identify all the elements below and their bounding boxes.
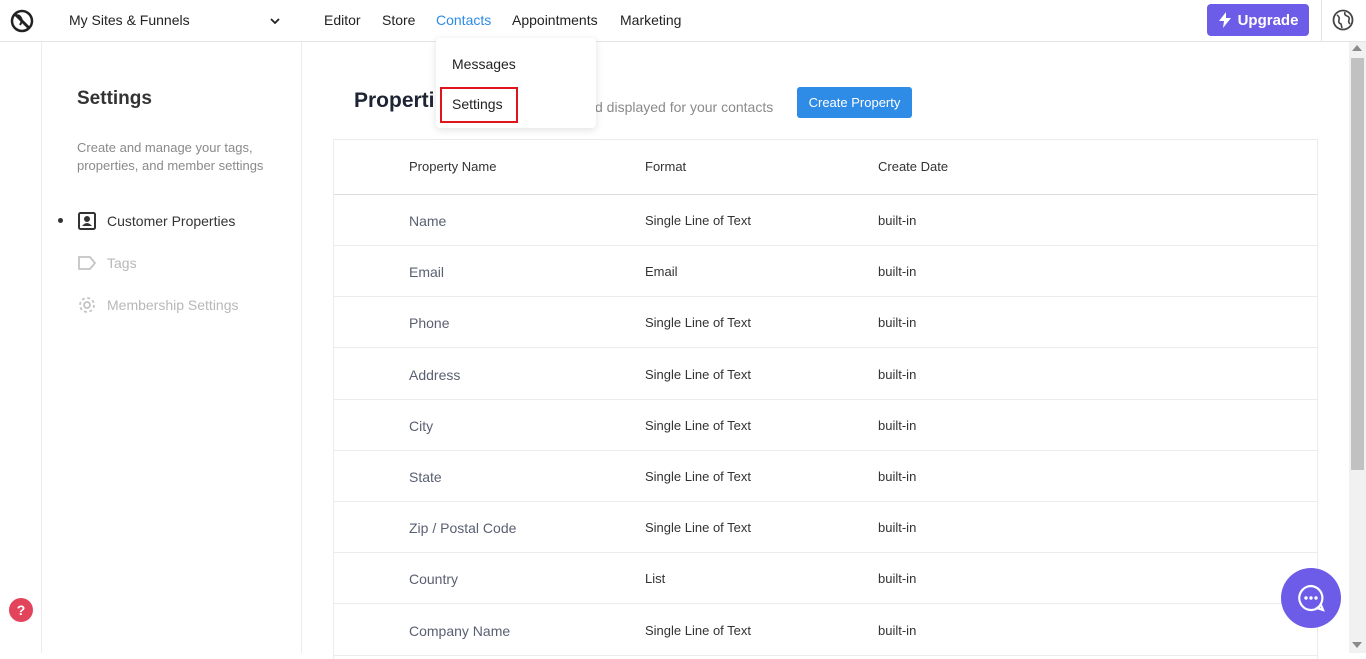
property-name-cell: Name [409, 213, 447, 229]
sidebar-item-label: Customer Properties [107, 213, 236, 229]
table-row[interactable]: State Single Line of Text built-in [334, 451, 1317, 502]
active-indicator [58, 218, 63, 223]
tag-icon [77, 253, 97, 273]
format-cell: Single Line of Text [645, 366, 751, 382]
nav-store[interactable]: Store [382, 12, 415, 28]
create-date-cell: built-in [878, 366, 917, 382]
properties-table: Property Name Format Create Date Name Sin… [333, 139, 1318, 659]
sidebar-item-customer-properties[interactable]: Customer Properties [77, 211, 235, 231]
sidebar-item-label: Tags [107, 255, 137, 271]
table-header: Property Name Format Create Date [334, 140, 1317, 195]
create-date-cell: built-in [878, 213, 917, 228]
format-cell: List [645, 571, 666, 587]
table-row[interactable]: Country List built-in [334, 553, 1317, 605]
property-name-cell: City [409, 417, 434, 434]
scrollbar-thumb[interactable] [1351, 58, 1364, 470]
format-cell: Single Line of Text [645, 417, 751, 433]
sidebar-item-label: Membership Settings [107, 297, 239, 313]
property-name-cell: Company Name [409, 622, 511, 639]
contact-card-icon [77, 211, 97, 231]
format-cell: Single Line of Text [645, 622, 751, 638]
column-header-format[interactable]: Format [645, 159, 686, 174]
table-row[interactable]: City Single Line of Text built-in [334, 400, 1317, 451]
gear-icon [77, 295, 97, 315]
create-date-cell: built-in [878, 571, 917, 587]
property-name-cell: Phone [409, 315, 450, 332]
property-name-cell: Address [409, 366, 461, 383]
property-name-cell: Zip / Postal Code [409, 520, 517, 537]
page-subtitle: d displayed for your contacts [595, 99, 774, 115]
page-title: Properti [354, 89, 435, 112]
create-date-cell: built-in [878, 520, 917, 536]
property-name-cell: Country [409, 571, 459, 588]
top-bar: My Sites & Funnels Editor Store Contacts… [0, 0, 1366, 42]
table-row[interactable]: Zip / Postal Code Single Line of Text buil… [334, 502, 1317, 554]
create-property-button[interactable]: Create Property [797, 87, 912, 118]
create-date-cell: built-in [878, 264, 917, 280]
format-cell: Single Line of Text [645, 315, 751, 331]
column-header-create-date[interactable]: Create Date [878, 159, 948, 174]
create-date-cell: built-in [878, 622, 917, 638]
sidebar-title: Settings [77, 88, 152, 109]
divider [1321, 0, 1322, 42]
sidebar-item-membership-settings[interactable]: Membership Settings [77, 295, 239, 315]
chat-bubble-icon [1298, 584, 1325, 612]
column-header-property-name[interactable]: Property Name [409, 159, 496, 174]
property-name-cell: State [409, 469, 442, 485]
menu-item-messages[interactable]: Messages [452, 56, 516, 72]
create-date-cell: built-in [878, 469, 917, 484]
sidebar-item-tags[interactable]: Tags [77, 253, 137, 273]
chevron-down-icon[interactable] [268, 14, 282, 28]
app-logo-icon[interactable] [10, 9, 34, 33]
format-cell: Single Line of Text [645, 469, 751, 484]
highlight-box [440, 87, 518, 123]
nav-marketing[interactable]: Marketing [620, 12, 681, 28]
site-selector[interactable]: My Sites & Funnels [69, 12, 190, 28]
table-row[interactable]: Address Single Line of Text built-in [334, 349, 1317, 400]
table-row[interactable]: Phone Single Line of Text built-in [334, 297, 1317, 349]
upgrade-button[interactable]: Upgrade [1207, 4, 1309, 36]
create-date-cell: built-in [878, 315, 917, 331]
property-name-cell: Email [409, 264, 445, 281]
help-icon[interactable]: ? [9, 598, 33, 622]
scroll-up-icon[interactable] [1352, 45, 1362, 51]
lightning-icon [1218, 12, 1231, 28]
format-cell: Single Line of Text [645, 213, 751, 228]
format-cell: Email [645, 264, 678, 280]
table-row[interactable]: Company Name Single Line of Text built-in [334, 605, 1317, 656]
settings-sidebar: Settings Create and manage your tags, pr… [42, 42, 302, 653]
table-row[interactable]: Name Single Line of Text built-in [334, 195, 1317, 246]
scroll-down-icon[interactable] [1352, 642, 1362, 648]
sidebar-description: Create and manage your tags, properties,… [77, 140, 264, 173]
upgrade-label: Upgrade [1237, 11, 1299, 29]
chat-button[interactable] [1281, 568, 1341, 628]
globe-icon[interactable] [1332, 9, 1354, 31]
create-date-cell: built-in [878, 417, 917, 433]
nav-editor[interactable]: Editor [324, 12, 361, 28]
table-row[interactable]: Email Email built-in [334, 246, 1317, 298]
left-rail [0, 42, 42, 653]
format-cell: Single Line of Text [645, 520, 751, 536]
nav-appointments[interactable]: Appointments [512, 12, 598, 28]
nav-contacts[interactable]: Contacts [436, 12, 491, 28]
